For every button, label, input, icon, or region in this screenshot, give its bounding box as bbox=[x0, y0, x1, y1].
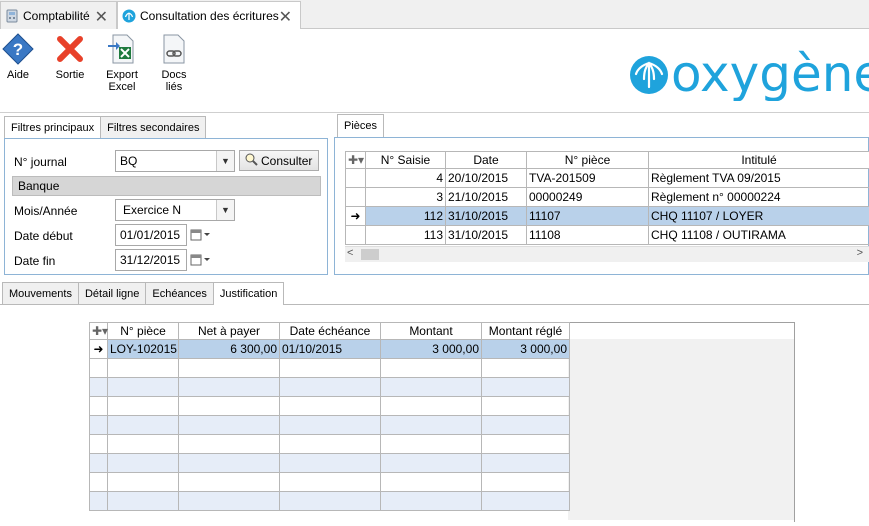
date-debut-label: Date début bbox=[14, 229, 73, 243]
excel-export-icon bbox=[106, 33, 138, 65]
col-date-echeance[interactable]: Date échéance bbox=[279, 322, 381, 340]
sortie-label: Sortie bbox=[55, 69, 85, 81]
tab-filtres-principaux[interactable]: Filtres principaux bbox=[4, 116, 102, 139]
detail-tabs: Mouvements Détail ligne Echéances Justif… bbox=[2, 282, 285, 305]
sortie-button[interactable]: Sortie bbox=[52, 33, 88, 81]
empty-row bbox=[89, 453, 570, 473]
pieces-tabs: Pièces bbox=[337, 114, 385, 137]
toolbar: ? Aide Sortie Export Excel Docs liés oxy… bbox=[0, 29, 869, 113]
empty-row bbox=[89, 434, 570, 454]
empty-row bbox=[89, 396, 570, 416]
tab-comptabilite-label: Comptabilité bbox=[23, 8, 90, 23]
empty-row bbox=[89, 415, 570, 435]
col-montant-regle[interactable]: Montant réglé bbox=[481, 322, 570, 340]
tab-pieces[interactable]: Pièces bbox=[337, 114, 385, 137]
col-net-a-payer[interactable]: Net à payer bbox=[178, 322, 280, 340]
col-n-saisie[interactable]: N° Saisie bbox=[365, 151, 446, 169]
oxygene-logo-icon bbox=[122, 9, 136, 23]
table-row-selected[interactable]: ➜ 112 31/10/2015 11107 CHQ 11107 / LOYER bbox=[345, 206, 869, 226]
journal-label: N° journal bbox=[14, 155, 67, 169]
window-tab-bar: Comptabilité ✕ Consultation des écriture… bbox=[0, 0, 869, 30]
docs-label-1: Docs bbox=[161, 69, 187, 81]
mois-annee-label: Mois/Année bbox=[14, 204, 78, 218]
date-fin-input[interactable]: 31/12/2015 bbox=[115, 249, 187, 271]
logo-text: oxygène bbox=[671, 45, 869, 101]
close-red-x-icon bbox=[54, 33, 86, 65]
table-row[interactable]: 4 20/10/2015 TVA-201509 Règlement TVA 09… bbox=[345, 168, 869, 188]
close-icon[interactable]: ✕ bbox=[95, 7, 108, 27]
current-row-arrow-icon: ➜ bbox=[89, 339, 108, 359]
empty-row bbox=[89, 377, 570, 397]
tab-detail-ligne[interactable]: Détail ligne bbox=[77, 282, 147, 304]
aide-label: Aide bbox=[6, 69, 30, 81]
table-row-selected[interactable]: ➜ LOY-102015 6 300,00 01/10/2015 3 000,0… bbox=[89, 339, 570, 359]
empty-row bbox=[89, 358, 570, 378]
col-montant[interactable]: Montant bbox=[380, 322, 482, 340]
tab-consultation-label: Consultation des écritures bbox=[140, 9, 279, 23]
calendar-icon bbox=[190, 229, 210, 241]
scroll-right-icon[interactable]: > bbox=[857, 247, 863, 259]
grid-empty-area bbox=[568, 339, 794, 520]
export-label-1: Export bbox=[106, 69, 138, 81]
table-row[interactable]: 3 21/10/2015 00000249 Règlement n° 00000… bbox=[345, 187, 869, 207]
chevron-down-icon[interactable]: ▼ bbox=[216, 151, 234, 171]
col-date[interactable]: Date bbox=[445, 151, 527, 169]
consulter-button[interactable]: Consulter bbox=[239, 150, 319, 171]
empty-row bbox=[89, 472, 570, 492]
empty-row bbox=[89, 491, 570, 511]
tab-comptabilite[interactable]: Comptabilité ✕ bbox=[0, 1, 117, 29]
docs-label-2: liés bbox=[165, 81, 183, 93]
current-row-arrow-icon: ➜ bbox=[345, 206, 366, 226]
journal-name-field: Banque bbox=[12, 176, 321, 196]
aide-button[interactable]: ? Aide bbox=[2, 33, 34, 81]
chevron-down-icon[interactable]: ▼ bbox=[216, 200, 234, 220]
pieces-horizontal-scrollbar[interactable]: < > bbox=[345, 246, 869, 262]
calendar-icon bbox=[190, 254, 210, 266]
tab-filtres-secondaires[interactable]: Filtres secondaires bbox=[100, 116, 207, 138]
svg-text:?: ? bbox=[13, 40, 23, 59]
pieces-table: ✚▾ N° Saisie Date N° pièce Intitulé 4 20… bbox=[345, 151, 869, 245]
filter-tabs: Filtres principaux Filtres secondaires bbox=[4, 116, 207, 139]
oxygene-logo: oxygène bbox=[627, 41, 869, 103]
date-fin-label: Date fin bbox=[14, 254, 56, 268]
grid-right-border bbox=[794, 322, 795, 522]
justification-table: ✚▾ N° pièce Net à payer Date échéance Mo… bbox=[89, 322, 570, 511]
col-n-piece[interactable]: N° pièce bbox=[526, 151, 649, 169]
help-icon: ? bbox=[2, 33, 34, 65]
date-debut-calendar-button[interactable] bbox=[190, 226, 212, 244]
date-fin-calendar-button[interactable] bbox=[190, 251, 212, 269]
add-row-icon[interactable]: ✚▾ bbox=[345, 151, 366, 169]
linked-documents-icon bbox=[158, 33, 190, 65]
date-debut-input[interactable]: 01/01/2015 bbox=[115, 224, 187, 246]
tab-consultation-ecritures[interactable]: Consultation des écritures ✕ bbox=[117, 1, 301, 30]
export-label-2: Excel bbox=[108, 81, 136, 93]
add-row-icon[interactable]: ✚▾ bbox=[89, 322, 108, 340]
tab-echeances[interactable]: Echéances bbox=[145, 282, 214, 304]
docs-lies-button[interactable]: Docs liés bbox=[156, 33, 192, 93]
table-row[interactable]: 113 31/10/2015 11108 CHQ 11108 / OUTIRAM… bbox=[345, 225, 869, 245]
col-n-piece[interactable]: N° pièce bbox=[107, 322, 179, 340]
search-icon bbox=[244, 152, 258, 169]
col-intitule[interactable]: Intitulé bbox=[648, 151, 869, 169]
tab-justification[interactable]: Justification bbox=[212, 282, 285, 305]
tab-mouvements[interactable]: Mouvements bbox=[2, 282, 79, 304]
scroll-thumb[interactable] bbox=[361, 249, 379, 260]
close-icon[interactable]: ✕ bbox=[279, 7, 292, 27]
calculator-icon bbox=[5, 9, 19, 23]
export-excel-button[interactable]: Export Excel bbox=[104, 33, 140, 93]
scroll-left-icon[interactable]: < bbox=[347, 247, 353, 259]
journal-select[interactable]: BQ ▼ bbox=[115, 150, 235, 172]
mois-annee-select[interactable]: Exercice N ▼ bbox=[115, 199, 235, 221]
